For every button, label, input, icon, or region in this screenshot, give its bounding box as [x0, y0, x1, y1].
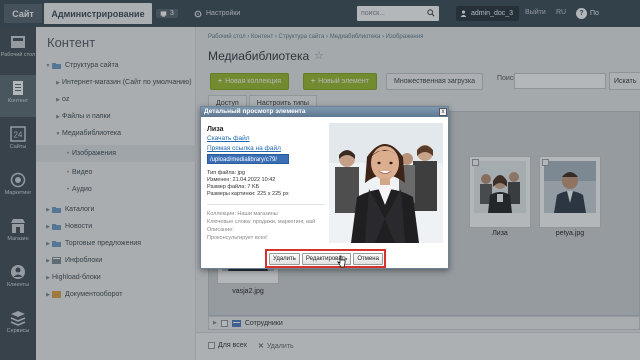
- file-path-field[interactable]: /upload/medialibrary/c79/: [207, 154, 289, 164]
- dialog-close-button[interactable]: x: [439, 108, 447, 116]
- file-modified: Изменен: 21.04.2022 10:42: [207, 177, 276, 183]
- divider: [207, 204, 325, 205]
- download-link[interactable]: Скачать файл: [207, 135, 250, 142]
- mouse-cursor-icon: [337, 255, 346, 268]
- dialog-button-group: Удалить Редактировать Отмена: [265, 249, 386, 268]
- file-type: Тип файла: jpg: [207, 170, 246, 176]
- cancel-button[interactable]: Отмена: [353, 252, 383, 265]
- image-dimensions: Размеры картинки: 225 x 225 px: [207, 191, 289, 197]
- direct-link[interactable]: Прямая ссылка на файл: [207, 145, 281, 152]
- element-name: Лиза: [207, 126, 224, 133]
- delete-button[interactable]: Удалить: [269, 252, 300, 265]
- description-label: Описание:: [207, 227, 234, 233]
- dialog-title[interactable]: Детальный просмотр элемента: [201, 107, 448, 117]
- preview-image: [329, 123, 443, 243]
- detail-view-dialog: Детальный просмотр элемента x Лиза Скача…: [200, 106, 449, 269]
- keywords-info: Ключевые слова: продажи, маркетинг, вай: [207, 219, 316, 225]
- collections-info: Коллекции: Наши магазины: [207, 211, 278, 217]
- description-text: Проконсультирует всех!: [207, 235, 268, 241]
- file-size: Размер файла: 7 KБ: [207, 184, 260, 190]
